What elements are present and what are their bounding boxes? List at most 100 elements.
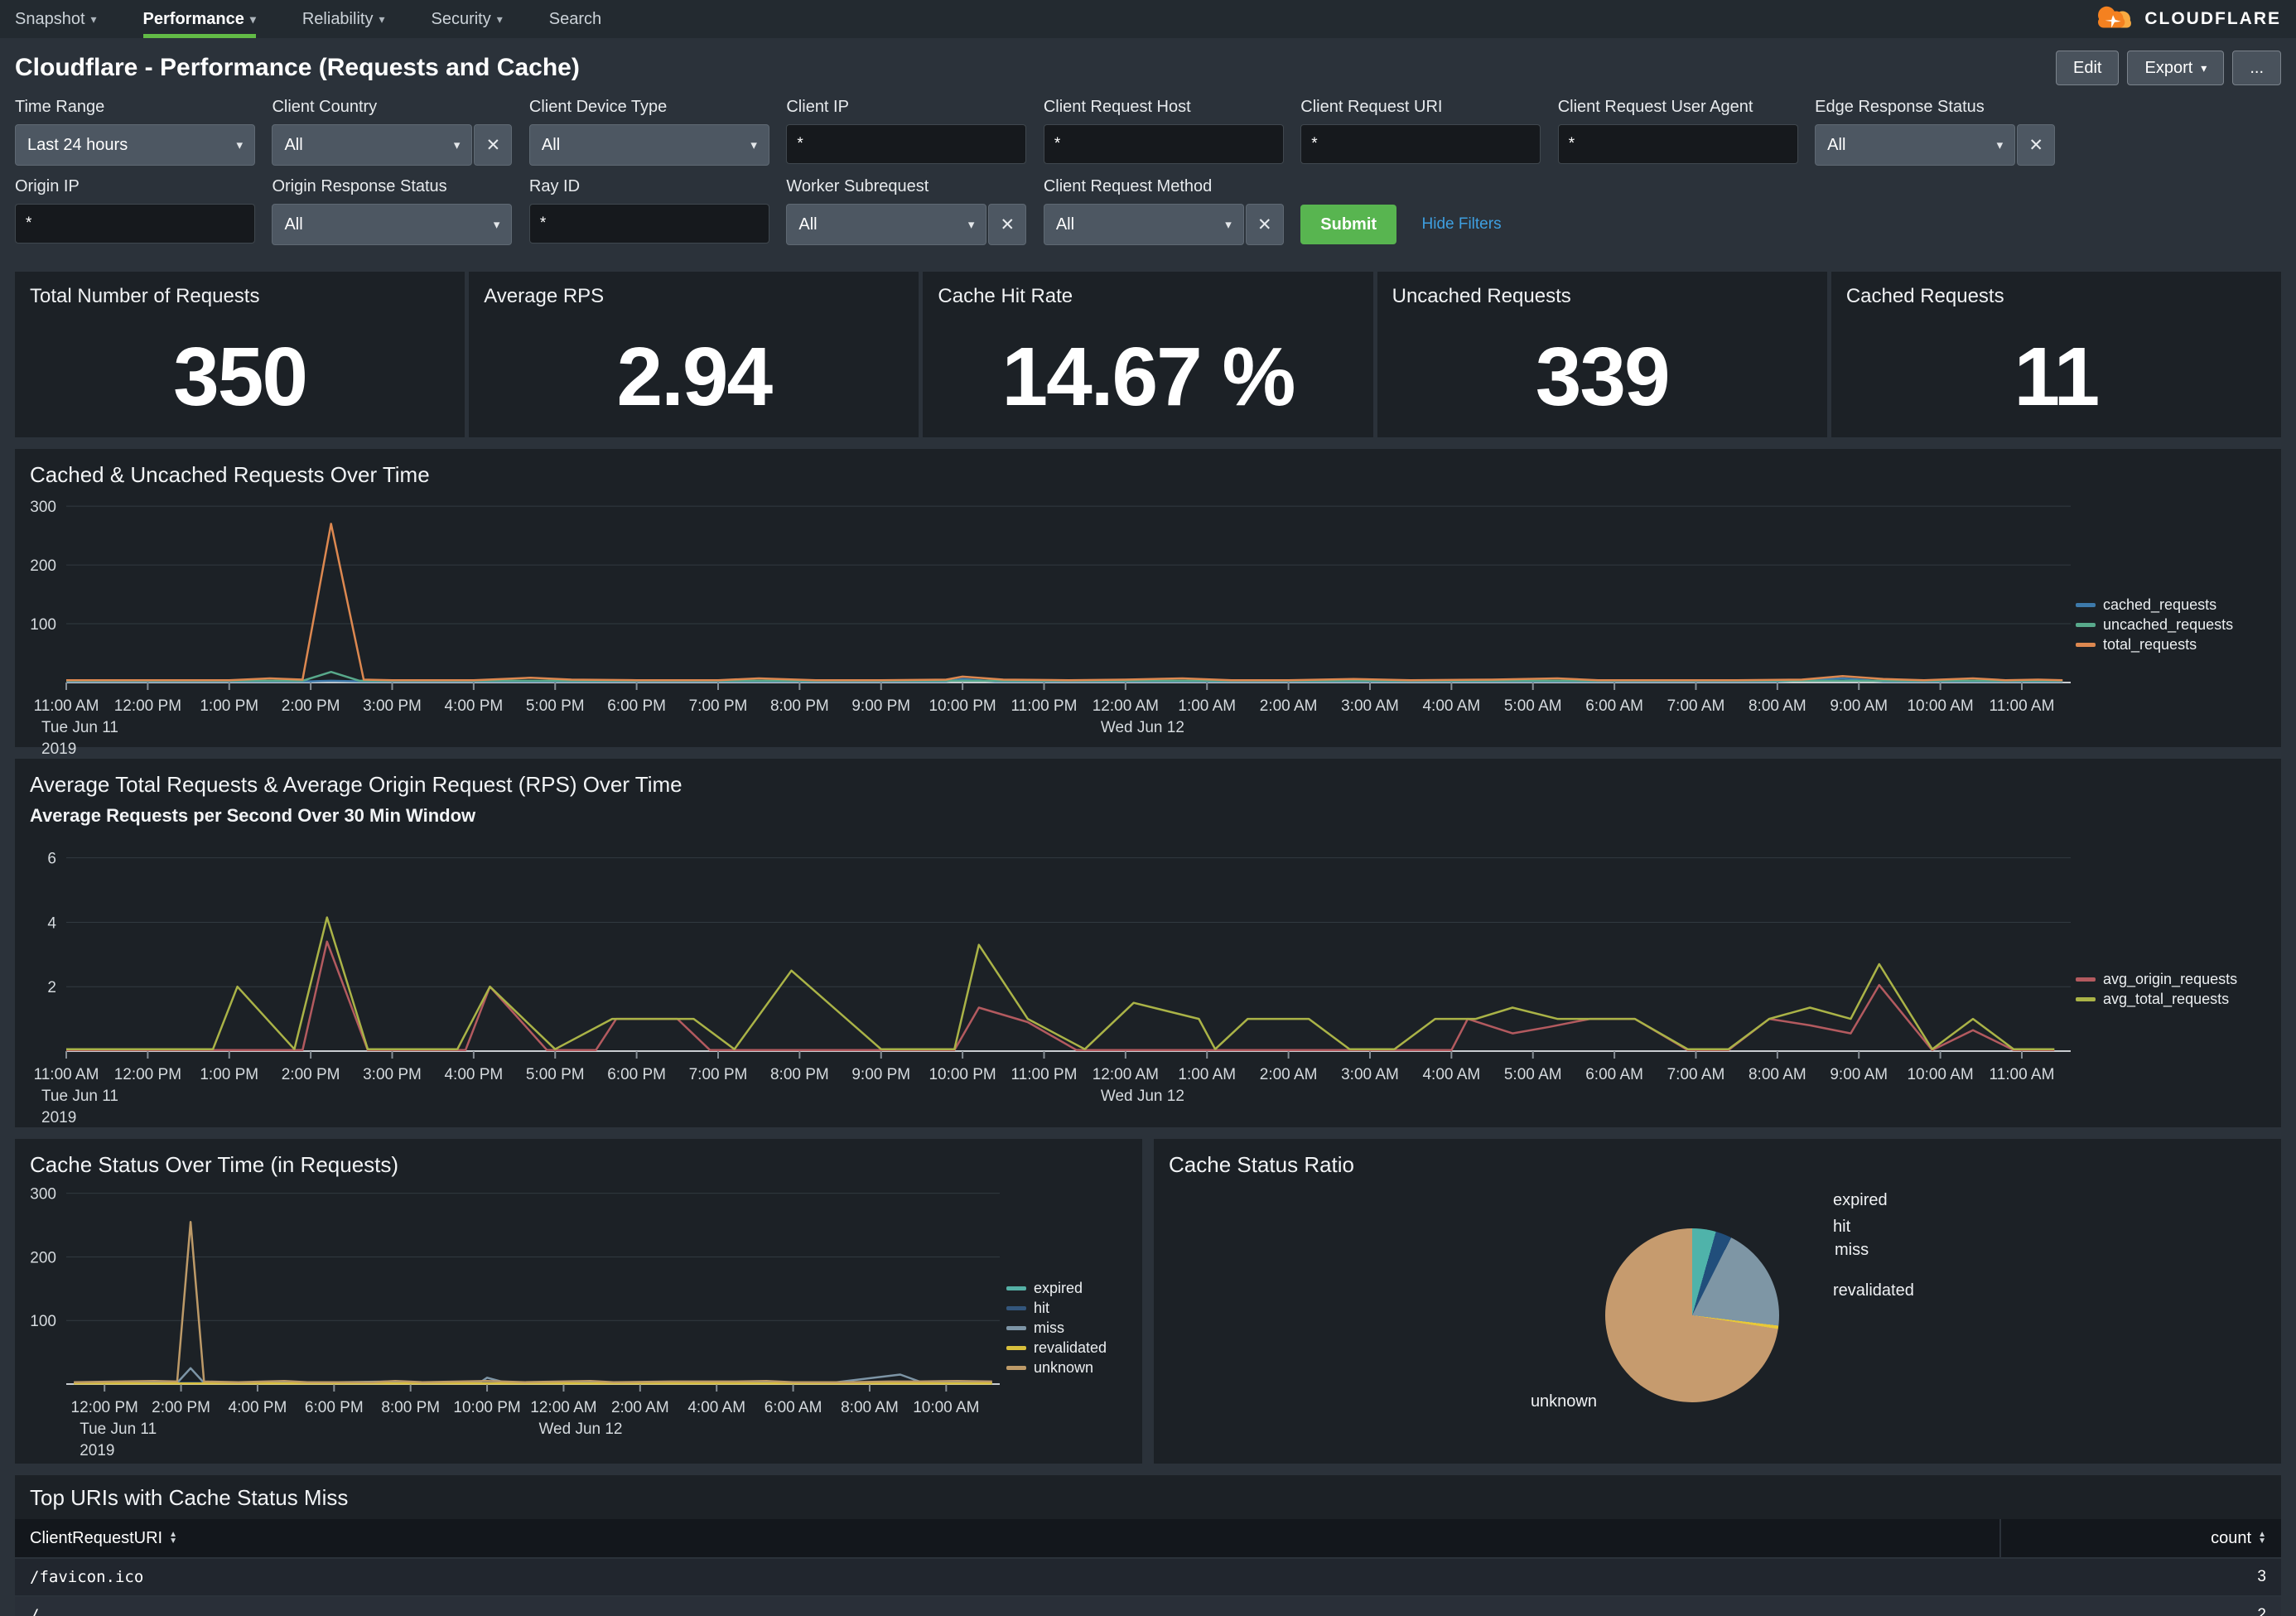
svg-text:Wed Jun 12: Wed Jun 12 (1101, 719, 1184, 736)
client-request-method-select[interactable]: All▾ (1044, 204, 1244, 245)
nav-tab-label: Snapshot (15, 10, 85, 29)
svg-text:Tue Jun 11: Tue Jun 11 (80, 1421, 157, 1438)
svg-text:1:00 PM: 1:00 PM (200, 697, 258, 715)
filter-ray-id: Ray ID (529, 177, 769, 244)
time-range-select[interactable]: Last 24 hours▾ (15, 124, 255, 166)
chevron-down-icon: ▾ (750, 137, 757, 152)
nav-tab-performance[interactable]: Performance▾ (143, 0, 256, 38)
brand-text: CLOUDFLARE (2144, 9, 2281, 29)
clear-filter-button[interactable]: ✕ (988, 204, 1026, 245)
column-header-client-request-uri[interactable]: ClientRequestURI▲▼ (15, 1529, 1999, 1548)
svg-text:2:00 PM: 2:00 PM (152, 1399, 210, 1416)
clear-filter-button[interactable]: ✕ (474, 124, 512, 166)
more-options-button[interactable]: ... (2232, 51, 2281, 85)
svg-text:8:00 AM: 8:00 AM (841, 1399, 899, 1416)
svg-text:5:00 AM: 5:00 AM (1504, 697, 1562, 715)
legend-swatch (2076, 997, 2096, 1001)
nav-tab-label: Search (549, 10, 601, 29)
title-bar: Cloudflare - Performance (Requests and C… (0, 38, 2296, 98)
panel-cache-status-over-time: Cache Status Over Time (in Requests) 100… (15, 1139, 1142, 1464)
origin-response-status-select[interactable]: All▾ (272, 204, 512, 245)
close-icon: ✕ (1001, 215, 1015, 235)
clear-filter-button[interactable]: ✕ (2017, 124, 2055, 166)
svg-text:3:00 AM: 3:00 AM (1341, 697, 1399, 715)
panel-average-rps-over-time: Average Total Requests & Average Origin … (15, 759, 2281, 1127)
line-chart-cached-uncached: 10020030011:00 AMTue Jun 11201912:00 PM1… (66, 500, 2071, 683)
filter-label: Origin IP (15, 177, 255, 196)
chart-legend: avg_origin_requests avg_total_requests (2076, 971, 2273, 1011)
clear-filter-button[interactable]: ✕ (1246, 204, 1284, 245)
legend-item: expired (1006, 1280, 1129, 1297)
chevron-down-icon: ▾ (454, 137, 461, 152)
chevron-down-icon: ▾ (497, 12, 503, 27)
svg-text:11:00 AM: 11:00 AM (34, 697, 99, 715)
filter-label: Client Request Host (1044, 98, 1284, 117)
svg-text:4:00 PM: 4:00 PM (444, 1066, 503, 1083)
legend-swatch (1006, 1326, 1026, 1330)
svg-text:9:00 AM: 9:00 AM (1830, 1066, 1888, 1083)
submit-button[interactable]: Submit (1300, 205, 1396, 244)
svg-text:10:00 AM: 10:00 AM (1907, 1066, 1973, 1083)
chart-title: Average Total Requests & Average Origin … (30, 772, 683, 798)
filter-client-request-user-agent: Client Request User Agent (1558, 98, 1798, 164)
pie-label-revalidated: revalidated (1833, 1281, 1914, 1300)
ray-id-input[interactable] (529, 204, 769, 244)
client-request-host-input[interactable] (1044, 124, 1284, 164)
close-icon: ✕ (2028, 135, 2043, 156)
svg-text:10:00 PM: 10:00 PM (453, 1399, 520, 1416)
client-country-select[interactable]: All▾ (272, 124, 472, 166)
svg-text:6:00 AM: 6:00 AM (1585, 1066, 1643, 1083)
svg-text:6:00 AM: 6:00 AM (765, 1399, 822, 1416)
svg-text:12:00 AM: 12:00 AM (1093, 1066, 1159, 1083)
svg-text:Tue Jun 11: Tue Jun 11 (41, 1088, 118, 1105)
svg-text:8:00 AM: 8:00 AM (1749, 1066, 1806, 1083)
kpi-value: 339 (1377, 316, 1827, 437)
legend-item: avg_total_requests (2076, 991, 2273, 1008)
edge-response-status-select[interactable]: All▾ (1815, 124, 2015, 166)
svg-text:Wed Jun 12: Wed Jun 12 (1101, 1088, 1184, 1105)
nav-tab-security[interactable]: Security▾ (431, 0, 502, 38)
svg-text:4: 4 (47, 914, 56, 932)
kpi-cached-requests: Cached Requests11 (1831, 272, 2281, 437)
client-device-type-select[interactable]: All▾ (529, 124, 769, 166)
hide-filters-link[interactable]: Hide Filters (1422, 215, 1502, 234)
nav-tab-snapshot[interactable]: Snapshot▾ (15, 0, 97, 38)
svg-text:7:00 AM: 7:00 AM (1667, 697, 1725, 715)
worker-subrequest-select[interactable]: All▾ (786, 204, 986, 245)
legend-swatch (1006, 1346, 1026, 1350)
chevron-down-icon: ▾ (2201, 61, 2207, 75)
column-header-count[interactable]: count▲▼ (1999, 1519, 2281, 1557)
svg-text:8:00 PM: 8:00 PM (381, 1399, 440, 1416)
svg-text:6:00 PM: 6:00 PM (305, 1399, 364, 1416)
client-request-user-agent-input[interactable] (1558, 124, 1798, 164)
export-button[interactable]: Export▾ (2127, 51, 2224, 85)
svg-text:11:00 PM: 11:00 PM (1011, 697, 1078, 715)
svg-text:11:00 AM: 11:00 AM (1990, 697, 2055, 715)
svg-text:9:00 PM: 9:00 PM (851, 697, 910, 715)
count-cell: 2 (2001, 1606, 2281, 1616)
nav-tab-reliability[interactable]: Reliability▾ (302, 0, 385, 38)
svg-text:12:00 AM: 12:00 AM (530, 1399, 596, 1416)
svg-text:3:00 PM: 3:00 PM (363, 1066, 422, 1083)
legend-swatch (1006, 1366, 1026, 1370)
nav-tab-search[interactable]: Search (549, 0, 601, 38)
client-ip-input[interactable] (786, 124, 1026, 164)
svg-text:11:00 PM: 11:00 PM (1011, 1066, 1078, 1083)
svg-text:2: 2 (47, 979, 56, 996)
filter-worker-subrequest: Worker Subrequest All▾✕ (786, 177, 1026, 245)
origin-ip-input[interactable] (15, 204, 255, 244)
pie-label-unknown: unknown (1518, 1392, 1597, 1411)
table-row[interactable]: / 2 (15, 1595, 2281, 1616)
count-cell: 3 (2001, 1568, 2281, 1586)
svg-text:2:00 AM: 2:00 AM (611, 1399, 669, 1416)
kpi-value: 350 (15, 316, 465, 437)
svg-text:2:00 AM: 2:00 AM (1260, 1066, 1318, 1083)
svg-text:4:00 AM: 4:00 AM (1422, 1066, 1480, 1083)
cloudflare-logo: CLOUDFLARE (2090, 3, 2281, 35)
uri-cell: / (15, 1606, 2001, 1616)
table-row[interactable]: /favicon.ico 3 (15, 1557, 2281, 1595)
client-request-uri-input[interactable] (1300, 124, 1541, 164)
filter-label: Client Device Type (529, 98, 769, 117)
filter-label: Client IP (786, 98, 1026, 117)
edit-button[interactable]: Edit (2056, 51, 2119, 85)
